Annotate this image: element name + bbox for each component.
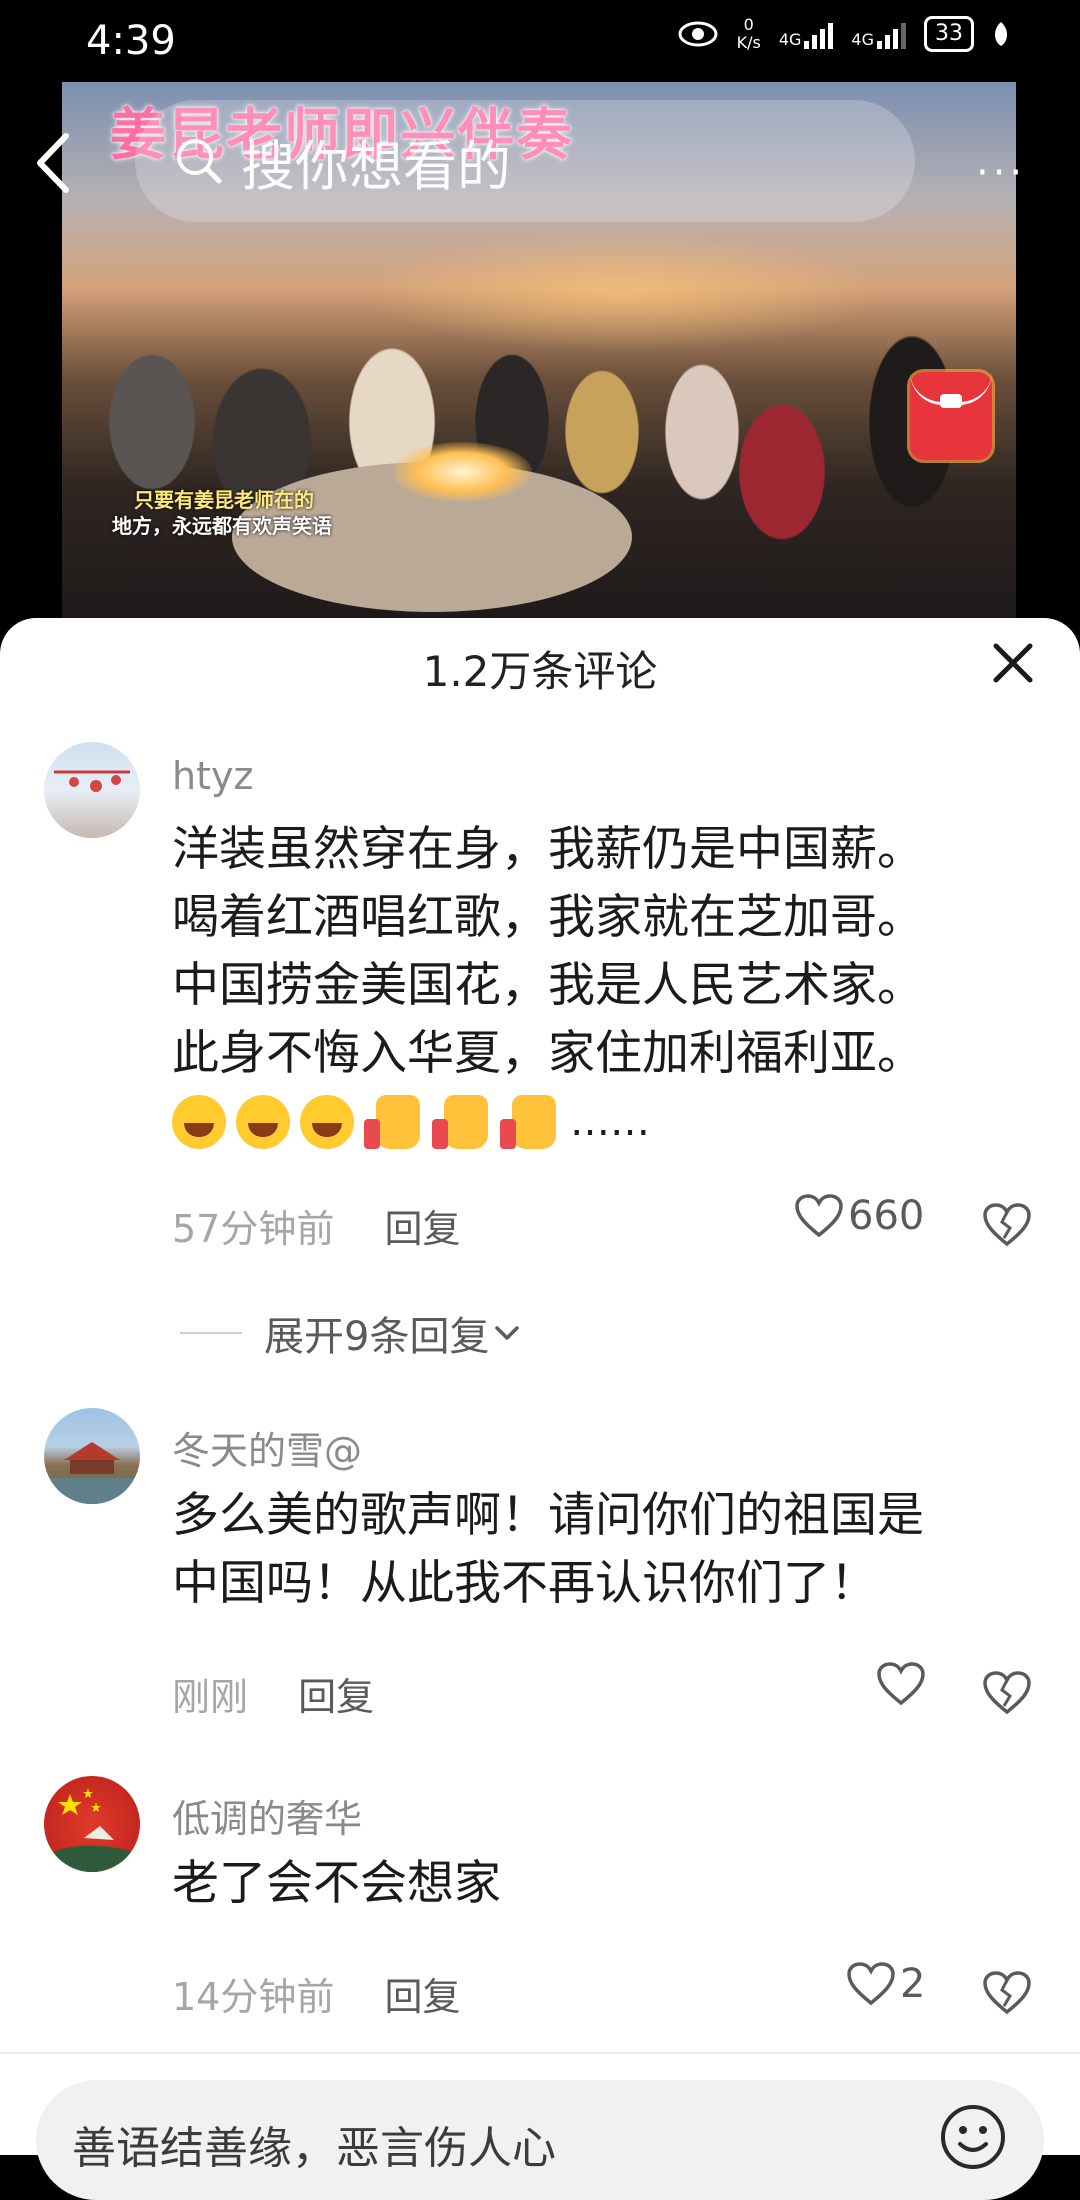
like-count: 2: [900, 1961, 926, 2007]
thumbs-up-emoji-icon: [500, 1095, 556, 1149]
status-bar: 4:39 0 K/s 4G 4G 33: [0, 0, 1080, 82]
comment-input-bar: 善语结善缘，恶言伤人心: [0, 2052, 1080, 2200]
search-bar[interactable]: 搜你想看的: [135, 100, 915, 222]
comment-line: 中国捞金美国花，我是人民艺术家。: [172, 958, 924, 1013]
reply-button[interactable]: 回复: [298, 1675, 374, 1719]
video-caption: 只要有姜昆老师在的 地方，永远都有欢声笑语: [112, 487, 332, 539]
like-button[interactable]: 660: [794, 1193, 924, 1239]
heart-icon: [877, 1662, 925, 1706]
expand-replies-label: 展开9条回复: [264, 1314, 490, 1360]
back-icon[interactable]: [28, 128, 78, 198]
fire-flame: [392, 442, 532, 502]
comment-username[interactable]: 低调的奢华: [172, 1788, 362, 1843]
laughing-emoji-icon: [172, 1095, 226, 1149]
divider-line: [180, 1332, 242, 1334]
avatar[interactable]: [44, 1408, 140, 1504]
comment-line: 喝着红酒唱红歌，我家就在芝加哥。: [172, 890, 924, 945]
like-button[interactable]: [876, 1661, 930, 1707]
expand-replies-button[interactable]: 展开9条回复: [180, 1304, 521, 1362]
red-packet-icon[interactable]: [910, 372, 992, 460]
status-time: 4:39: [86, 18, 176, 64]
reply-button[interactable]: 回复: [384, 1975, 460, 2019]
like-count: 660: [848, 1193, 925, 1239]
comment-text: 老了会不会想家: [172, 1850, 1032, 1918]
comment-line: 多么美的歌声啊！请问你们的祖国是: [172, 1488, 924, 1543]
heart-icon: [847, 1962, 895, 2006]
comment-text: 洋装虽然穿在身，我薪仍是中国薪。 喝着红酒唱红歌，我家就在芝加哥。 中国捞金美国…: [172, 816, 1032, 1156]
laughing-emoji-icon: [300, 1095, 354, 1149]
comment-line: 老了会不会想家: [172, 1856, 501, 1911]
comments-sheet: 1.2万条评论 htyz 洋装虽然穿在身，我薪仍是中国薪。 喝着红酒唱红歌，我家…: [0, 618, 1080, 2153]
more-options-icon[interactable]: ···: [976, 150, 1026, 196]
comment-line: 洋装虽然穿在身，我薪仍是中国薪。: [172, 822, 924, 877]
comment-line: 此身不悔入华夏，家住加利福利亚。: [172, 1026, 924, 1081]
comment-time: 57分钟前: [172, 1207, 335, 1251]
comment-meta: 14分钟前 回复: [172, 1966, 460, 2021]
signal-sim2-icon: 4G: [851, 19, 906, 49]
search-placeholder: 搜你想看的: [241, 134, 511, 198]
network-speed: 0 K/s: [737, 16, 761, 52]
comment-line: 中国吗！从此我不再认识你们了！: [172, 1556, 877, 1611]
emoji-picker-icon[interactable]: [938, 2102, 1008, 2172]
comment-ellipsis: ……: [570, 1099, 650, 1145]
comment-time: 刚刚: [172, 1675, 249, 1719]
thumbs-up-emoji-icon: [432, 1095, 488, 1149]
battery-icon: 33: [924, 16, 974, 52]
video-caption-line2: 地方，永远都有欢声笑语: [112, 514, 332, 538]
laughing-emoji-icon: [236, 1095, 290, 1149]
comment-text: 多么美的歌声啊！请问你们的祖国是 中国吗！从此我不再认识你们了！: [172, 1482, 1032, 1618]
leaf-icon: [994, 22, 1008, 46]
heart-icon: [795, 1194, 843, 1238]
close-icon[interactable]: [988, 638, 1038, 688]
chevron-down-icon: [495, 1326, 520, 1340]
network-speed-value: 0: [743, 15, 754, 34]
comment-meta: 57分钟前 回复: [172, 1198, 460, 1253]
broken-heart-icon[interactable]: [980, 1966, 1034, 2020]
sim2-label: 4G: [851, 30, 874, 49]
comment-username[interactable]: htyz: [172, 754, 253, 798]
network-speed-unit: K/s: [736, 33, 761, 52]
like-button[interactable]: 2: [846, 1961, 925, 2007]
search-icon: [177, 139, 222, 184]
video-caption-line1: 只要有姜昆老师在的: [134, 488, 314, 512]
comment-username[interactable]: 冬天的雪@: [172, 1420, 362, 1475]
signal-sim1-icon: 4G: [779, 19, 834, 49]
eye-icon: [678, 21, 718, 47]
emoji-row: ……: [172, 1088, 1032, 1156]
status-icons: 0 K/s 4G 4G 33: [677, 16, 1010, 52]
broken-heart-icon[interactable]: [980, 1666, 1034, 1720]
avatar[interactable]: [44, 1776, 140, 1872]
thumbs-up-emoji-icon: [364, 1095, 420, 1149]
reply-button[interactable]: 回复: [384, 1207, 460, 1251]
comments-count-title: 1.2万条评论: [422, 647, 658, 696]
comment-input-placeholder: 善语结善缘，恶言伤人心: [72, 2123, 556, 2174]
comment-time: 14分钟前: [172, 1975, 335, 2019]
avatar[interactable]: [44, 742, 140, 838]
broken-heart-icon[interactable]: [980, 1198, 1034, 1252]
comment-meta: 刚刚 回复: [172, 1666, 374, 1721]
sim1-label: 4G: [778, 30, 802, 49]
